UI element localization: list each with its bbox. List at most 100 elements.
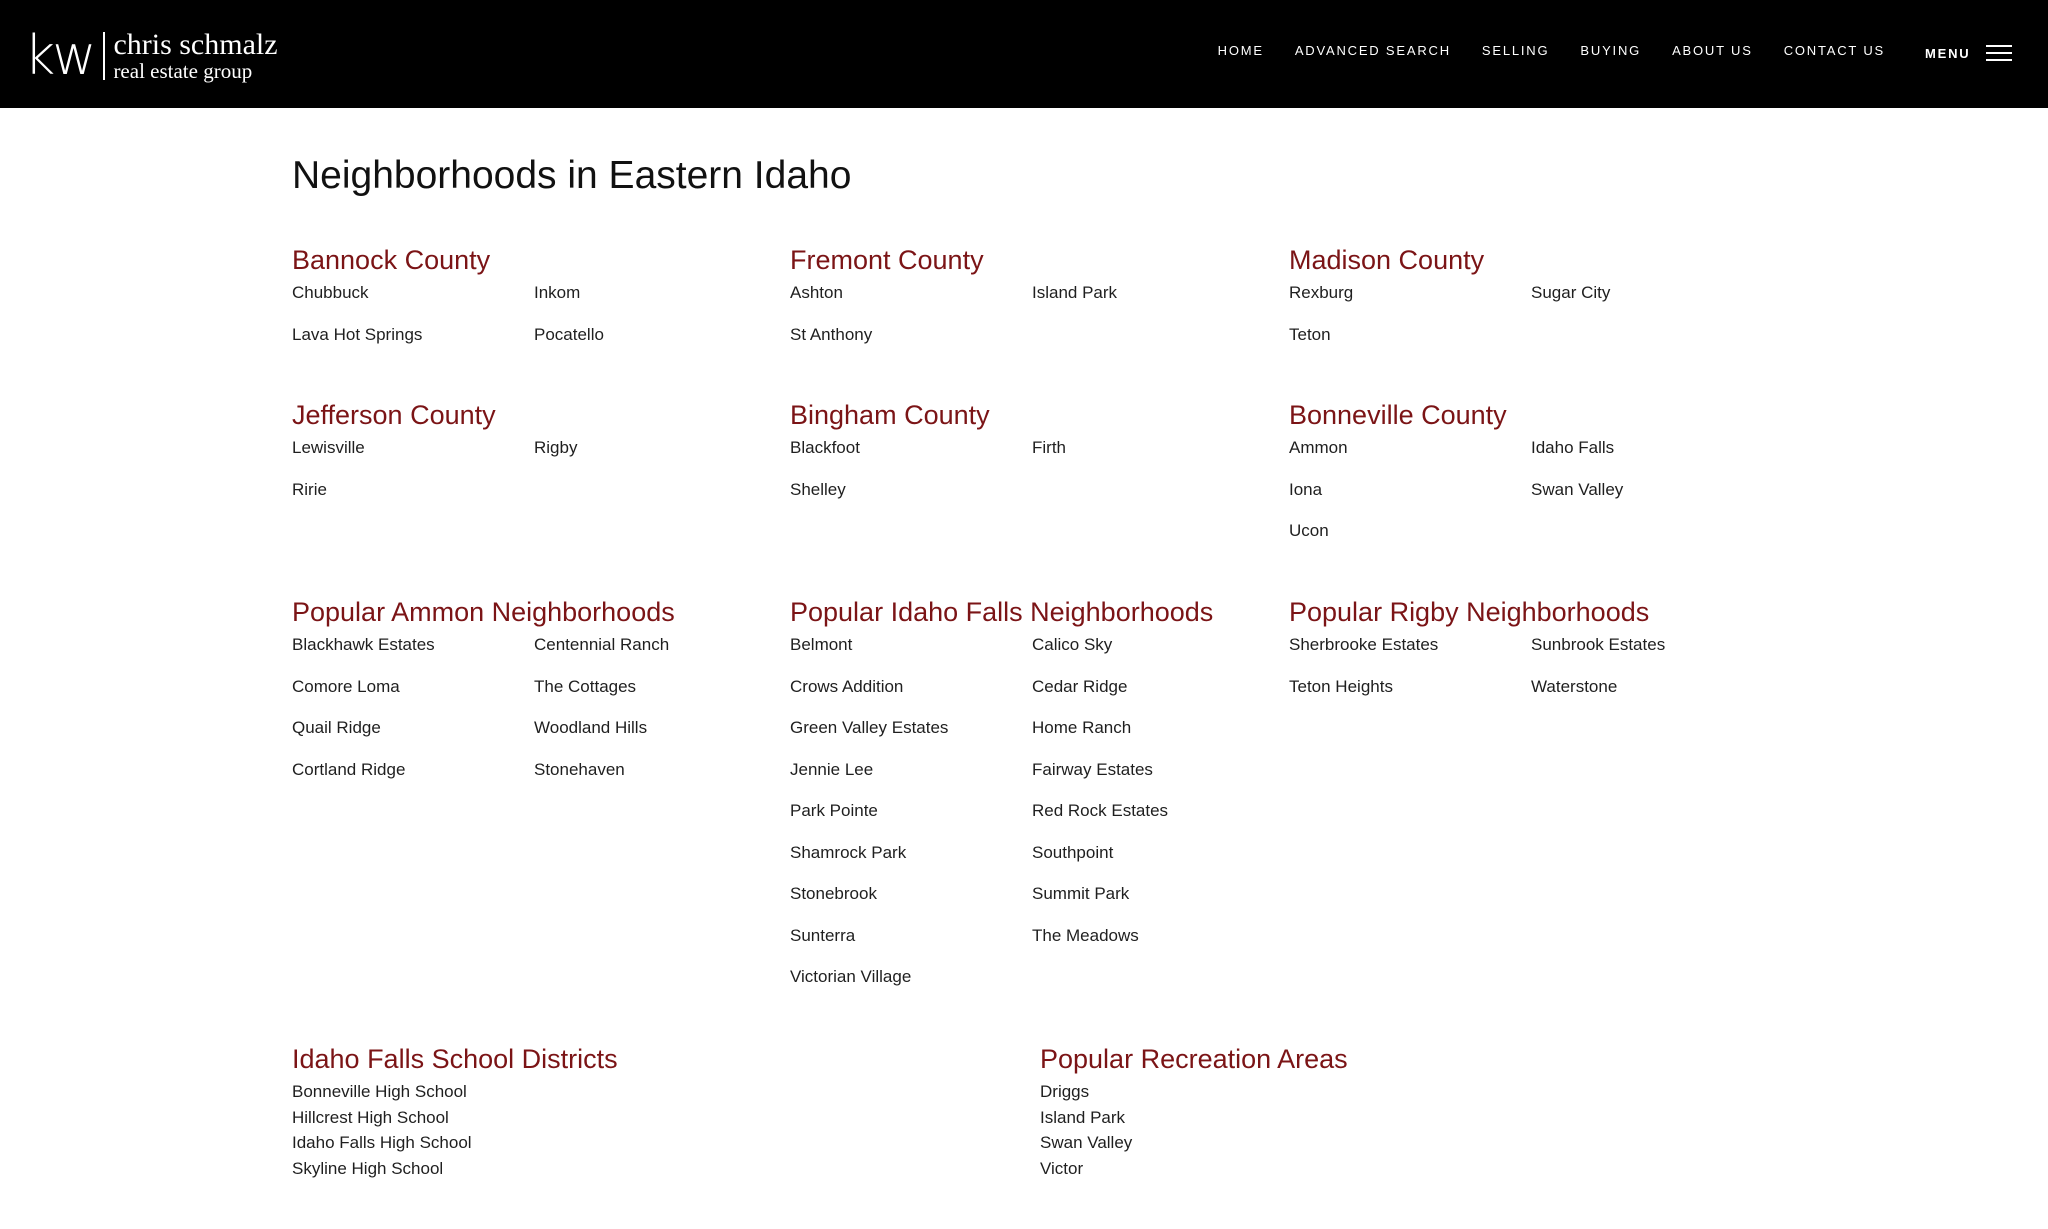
neighborhood-link[interactable]: Ririe	[292, 479, 534, 521]
section-popular-idaho-falls: Popular Idaho Falls Neighborhoods Belmon…	[790, 594, 1270, 1008]
neighborhood-link[interactable]: Fairway Estates	[1032, 759, 1270, 801]
menu-button[interactable]: MENU	[1925, 40, 2013, 66]
school-link[interactable]: Idaho Falls High School	[292, 1130, 772, 1156]
neighborhood-link[interactable]: Shelley	[790, 479, 1032, 521]
neighborhood-link[interactable]: Iona	[1289, 479, 1531, 521]
recreation-link[interactable]: Victor	[1040, 1156, 1520, 1182]
section-links: Driggs Island Park Swan Valley Victor	[1040, 1079, 1520, 1181]
neighborhood-link[interactable]: Shamrock Park	[790, 842, 1032, 884]
section-title: Popular Rigby Neighborhoods	[1289, 597, 1650, 627]
nav-buying[interactable]: BUYING	[1580, 43, 1641, 59]
neighborhood-link[interactable]: Inkom	[534, 282, 772, 324]
nav-selling[interactable]: SELLING	[1482, 43, 1550, 59]
section-links: Lewisville Rigby Ririe	[292, 437, 772, 520]
nav-home[interactable]: HOME	[1218, 43, 1264, 59]
section-bingham-county: Bingham County Blackfoot Firth Shelley	[790, 397, 1270, 520]
neighborhood-link[interactable]: Park Pointe	[790, 800, 1032, 842]
logo-mark: kw	[24, 24, 96, 87]
neighborhood-link[interactable]: Teton	[1289, 324, 1531, 366]
section-fremont-county: Fremont County Ashton Island Park St Ant…	[790, 242, 1270, 365]
section-links: Belmont Calico Sky Crows Addition Cedar …	[790, 634, 1270, 1008]
section-title: Bannock County	[292, 245, 491, 275]
logo-name: chris schmalz	[113, 28, 278, 61]
neighborhood-link[interactable]: Cortland Ridge	[292, 759, 534, 801]
neighborhood-link[interactable]: Green Valley Estates	[790, 717, 1032, 759]
neighborhood-link[interactable]: Sugar City	[1531, 282, 1769, 324]
recreation-link[interactable]: Driggs	[1040, 1079, 1520, 1105]
section-title: Madison County	[1289, 245, 1485, 275]
neighborhood-link[interactable]: Lava Hot Springs	[292, 324, 534, 366]
neighborhood-link[interactable]: St Anthony	[790, 324, 1032, 366]
neighborhood-link[interactable]: Waterstone	[1531, 676, 1769, 718]
neighborhood-link[interactable]: Idaho Falls	[1531, 437, 1769, 479]
section-title: Idaho Falls School Districts	[292, 1044, 618, 1074]
section-links: Ashton Island Park St Anthony	[790, 282, 1270, 365]
neighborhood-link[interactable]: Chubbuck	[292, 282, 534, 324]
neighborhood-link[interactable]: Cedar Ridge	[1032, 676, 1270, 718]
neighborhood-link[interactable]: Red Rock Estates	[1032, 800, 1270, 842]
neighborhood-link[interactable]: Belmont	[790, 634, 1032, 676]
neighborhood-link[interactable]: Woodland Hills	[534, 717, 772, 759]
neighborhood-link[interactable]: Island Park	[1032, 282, 1270, 324]
neighborhood-link[interactable]: Comore Loma	[292, 676, 534, 718]
neighborhood-link[interactable]: The Cottages	[534, 676, 772, 718]
neighborhood-link[interactable]: Southpoint	[1032, 842, 1270, 884]
section-jefferson-county: Jefferson County Lewisville Rigby Ririe	[292, 397, 772, 520]
neighborhood-link[interactable]: Stonehaven	[534, 759, 772, 801]
menu-label: MENU	[1925, 45, 1971, 61]
neighborhood-link[interactable]: Sunterra	[790, 925, 1032, 967]
section-bonneville-county: Bonneville County Ammon Idaho Falls Iona…	[1289, 397, 1769, 562]
neighborhood-link[interactable]: Swan Valley	[1531, 479, 1769, 521]
logo[interactable]: kw chris schmalz real estate group	[24, 24, 278, 87]
section-title: Popular Recreation Areas	[1040, 1044, 1348, 1074]
neighborhood-link[interactable]: Ucon	[1289, 520, 1531, 562]
neighborhood-link[interactable]: Stonebrook	[790, 883, 1032, 925]
nav-about-us[interactable]: ABOUT US	[1672, 43, 1753, 59]
section-links: Blackhawk Estates Centennial Ranch Comor…	[292, 634, 772, 800]
neighborhood-link[interactable]: Home Ranch	[1032, 717, 1270, 759]
section-title: Bingham County	[790, 400, 990, 430]
school-link[interactable]: Skyline High School	[292, 1156, 772, 1182]
recreation-link[interactable]: Island Park	[1040, 1105, 1520, 1131]
section-popular-ammon: Popular Ammon Neighborhoods Blackhawk Es…	[292, 594, 772, 800]
neighborhood-link[interactable]: Sherbrooke Estates	[1289, 634, 1531, 676]
neighborhood-link[interactable]: Blackhawk Estates	[292, 634, 534, 676]
section-madison-county: Madison County Rexburg Sugar City Teton	[1289, 242, 1769, 365]
neighborhood-link[interactable]: Firth	[1032, 437, 1270, 479]
section-popular-rigby: Popular Rigby Neighborhoods Sherbrooke E…	[1289, 594, 1769, 717]
neighborhood-link[interactable]: Rexburg	[1289, 282, 1531, 324]
logo-divider	[103, 32, 106, 80]
neighborhood-link[interactable]: Lewisville	[292, 437, 534, 479]
section-links: Blackfoot Firth Shelley	[790, 437, 1270, 520]
section-title: Jefferson County	[292, 400, 496, 430]
section-bannock-county: Bannock County Chubbuck Inkom Lava Hot S…	[292, 242, 772, 365]
neighborhood-link[interactable]: Pocatello	[534, 324, 772, 366]
neighborhood-link[interactable]: Sunbrook Estates	[1531, 634, 1769, 676]
nav-advanced-search[interactable]: ADVANCED SEARCH	[1295, 43, 1451, 59]
school-link[interactable]: Hillcrest High School	[292, 1105, 772, 1131]
neighborhood-link[interactable]: Victorian Village	[790, 966, 1032, 1008]
recreation-link[interactable]: Swan Valley	[1040, 1130, 1520, 1156]
neighborhood-link[interactable]: Rigby	[534, 437, 772, 479]
logo-tagline: real estate group	[113, 59, 253, 83]
neighborhood-link[interactable]: Calico Sky	[1032, 634, 1270, 676]
neighborhood-link[interactable]: Blackfoot	[790, 437, 1032, 479]
hamburger-icon	[1986, 40, 2013, 66]
neighborhood-link[interactable]: Crows Addition	[790, 676, 1032, 718]
neighborhood-link[interactable]: Summit Park	[1032, 883, 1270, 925]
main-nav: HOME ADVANCED SEARCH SELLING BUYING ABOU…	[1187, 43, 1885, 59]
page-title: Neighborhoods in Eastern Idaho	[292, 154, 852, 197]
neighborhood-link[interactable]: Centennial Ranch	[534, 634, 772, 676]
neighborhood-link[interactable]: Jennie Lee	[790, 759, 1032, 801]
neighborhood-link[interactable]: Ammon	[1289, 437, 1531, 479]
neighborhood-link[interactable]: Teton Heights	[1289, 676, 1531, 718]
section-links: Chubbuck Inkom Lava Hot Springs Pocatell…	[292, 282, 772, 365]
neighborhood-link[interactable]: Quail Ridge	[292, 717, 534, 759]
section-title: Bonneville County	[1289, 400, 1507, 430]
neighborhood-link[interactable]: Ashton	[790, 282, 1032, 324]
nav-contact-us[interactable]: CONTACT US	[1784, 43, 1885, 59]
section-title: Popular Idaho Falls Neighborhoods	[790, 597, 1214, 627]
school-link[interactable]: Bonneville High School	[292, 1079, 772, 1105]
section-links: Bonneville High School Hillcrest High Sc…	[292, 1079, 772, 1181]
neighborhood-link[interactable]: The Meadows	[1032, 925, 1270, 967]
